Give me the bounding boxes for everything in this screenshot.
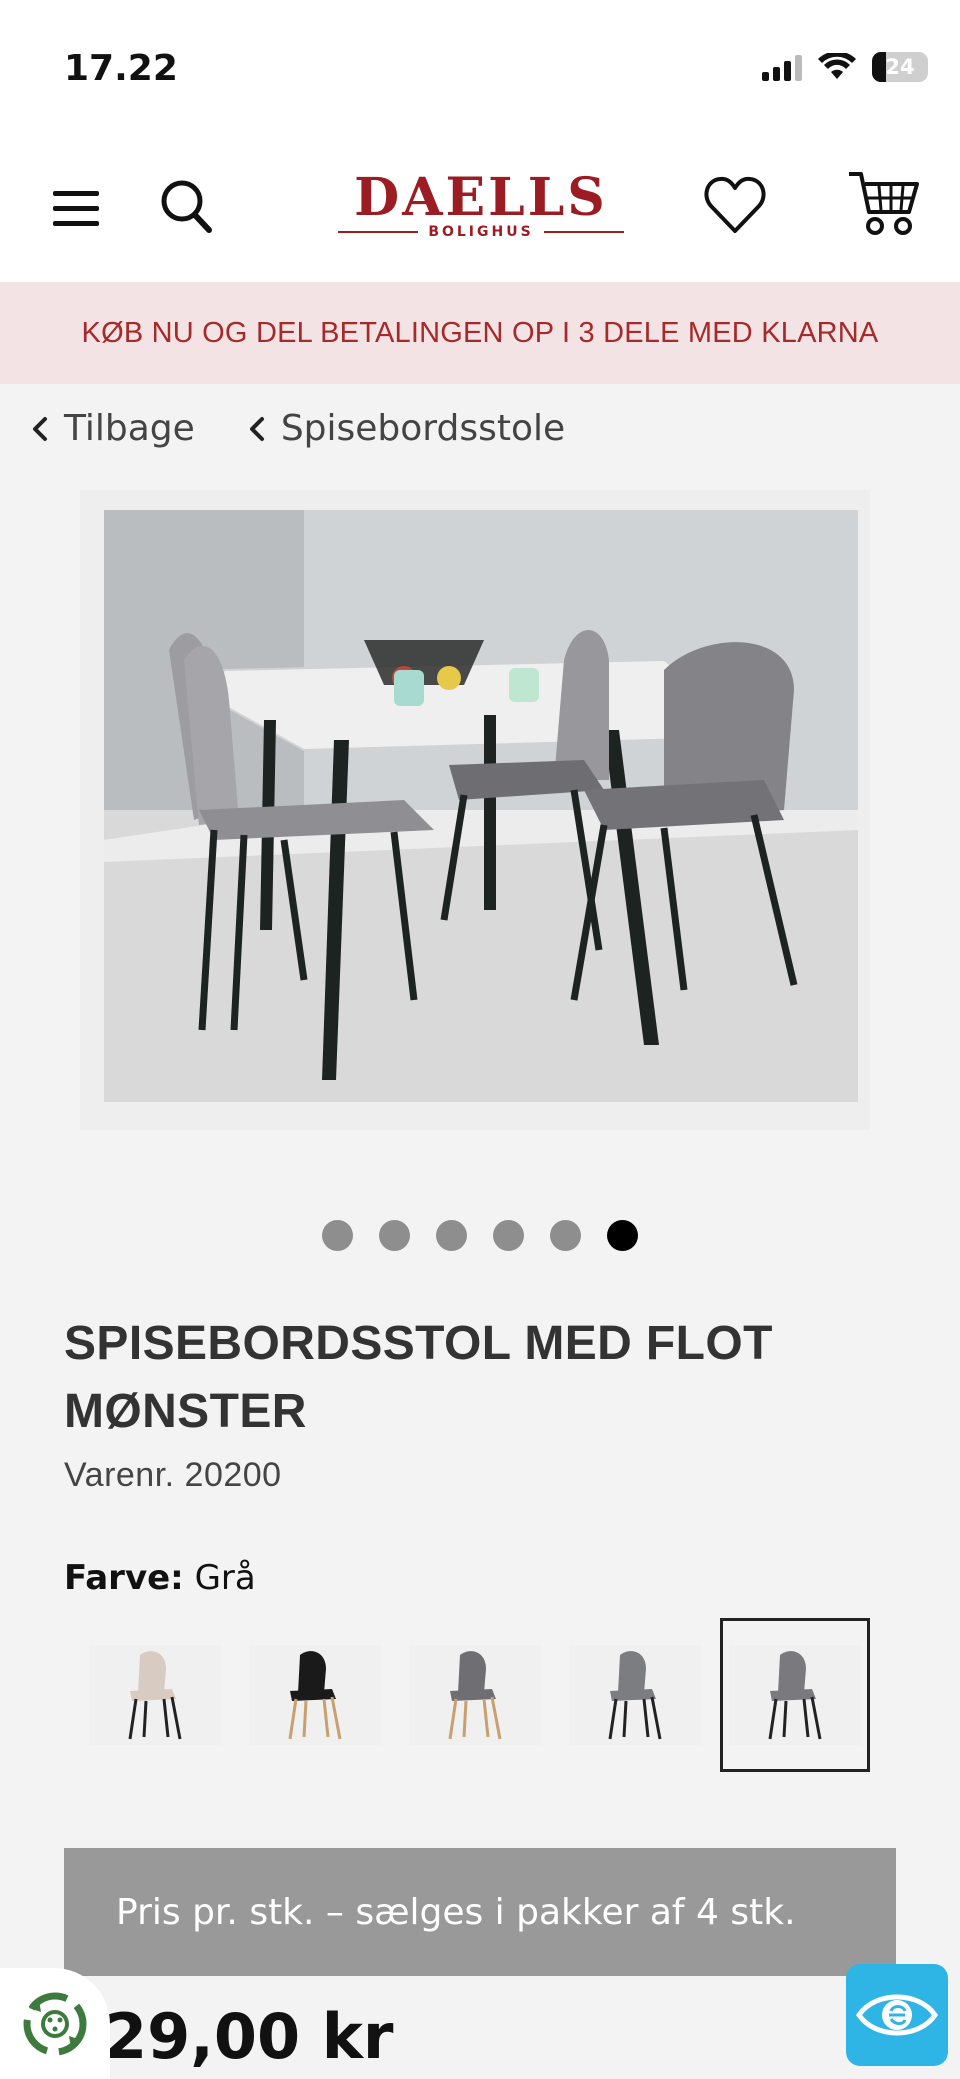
back-link[interactable]: Tilbage [30, 408, 195, 449]
wishlist-button[interactable] [700, 170, 770, 240]
breadcrumb: Tilbage Spisebordsstole [30, 408, 565, 449]
product-image-gallery[interactable] [80, 490, 870, 1130]
chair-thumbnail-icon [128, 1651, 182, 1740]
product-sku: Varenr. 20200 [64, 1456, 282, 1494]
recycle-badge[interactable] [0, 1968, 110, 2079]
color-label-value: Grå [194, 1558, 256, 1598]
chair-thumbnail-icon [608, 1651, 662, 1740]
product-price: 29,00 kr [104, 2000, 394, 2073]
chair-thumbnail-icon [448, 1651, 502, 1740]
category-link-label: Spisebordsstole [280, 408, 566, 449]
swatch-thumbnail [409, 1645, 541, 1745]
wifi-icon [818, 53, 856, 79]
color-swatch[interactable] [720, 1618, 870, 1772]
dining-set-image [104, 510, 858, 1102]
carousel-dot[interactable] [379, 1220, 410, 1251]
logo-subtitle: BOLIGHUS [428, 224, 534, 240]
chair-thumbnail-icon [288, 1651, 342, 1740]
promo-text: KØB NU OG DEL BETALINGEN OP I 3 DELE MED… [81, 316, 879, 349]
cart-icon [849, 172, 919, 235]
status-time: 17.22 [64, 48, 178, 89]
cellular-signal-icon [762, 53, 802, 81]
carousel-dot[interactable] [493, 1220, 524, 1251]
carousel-dot[interactable] [607, 1220, 638, 1251]
carousel-dot[interactable] [550, 1220, 581, 1251]
site-header: DAELLS BOLIGHUS [0, 130, 960, 282]
swatch-thumbnail [569, 1645, 701, 1745]
menu-button[interactable] [48, 180, 104, 236]
product-title: SPISEBORDSSTOL MED FLOT MØNSTER [64, 1317, 773, 1438]
color-label-key: Farve: [64, 1558, 184, 1598]
category-link[interactable]: Spisebordsstole [247, 408, 565, 449]
color-swatch[interactable] [80, 1618, 230, 1772]
color-swatches [80, 1618, 872, 1772]
status-icons: 24 [762, 52, 928, 82]
swatch-thumbnail [89, 1645, 221, 1745]
product-photo[interactable] [104, 510, 858, 1102]
package-notice-text: Pris pr. stk. – sælges i pakker af 4 stk… [116, 1891, 796, 1933]
status-bar: 17.22 24 [0, 0, 960, 130]
accessibility-button[interactable] [846, 1964, 948, 2066]
cart-button[interactable] [844, 166, 924, 240]
battery-level: 24 [885, 55, 915, 79]
battery-icon: 24 [872, 52, 928, 82]
chevron-left-icon [33, 416, 47, 441]
eye-icon [855, 1994, 939, 2036]
color-selector-label: Farve: Grå [64, 1558, 256, 1598]
carousel-dots [322, 1220, 638, 1251]
color-swatch[interactable] [240, 1618, 390, 1772]
hamburger-icon [53, 191, 99, 226]
search-button[interactable] [156, 174, 216, 238]
logo-wordmark: DAELLS [354, 167, 608, 228]
klarna-promo-banner[interactable]: KØB NU OG DEL BETALINGEN OP I 3 DELE MED… [0, 282, 960, 384]
chevron-left-icon [249, 416, 264, 441]
swatch-thumbnail [249, 1645, 381, 1745]
package-notice: Pris pr. stk. – sælges i pakker af 4 stk… [64, 1848, 896, 1976]
brand-logo[interactable]: DAELLS BOLIGHUS [338, 170, 624, 244]
heart-icon [704, 176, 766, 233]
swatch-thumbnail [729, 1645, 861, 1745]
chair-thumbnail-icon [768, 1651, 822, 1740]
carousel-dot[interactable] [436, 1220, 467, 1251]
carousel-dot[interactable] [322, 1220, 353, 1251]
color-swatch[interactable] [400, 1618, 550, 1772]
recycle-icon [23, 1992, 87, 2055]
back-link-label: Tilbage [64, 408, 195, 449]
color-swatch[interactable] [560, 1618, 710, 1772]
search-icon [161, 180, 212, 233]
